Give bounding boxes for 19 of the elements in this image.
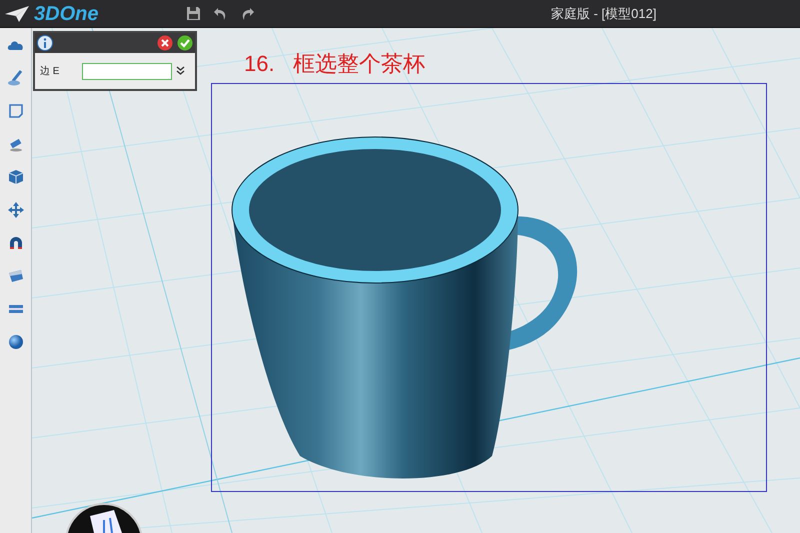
paper-plane-icon — [4, 4, 30, 22]
move-arrows-icon[interactable] — [6, 201, 24, 219]
undo-icon[interactable] — [213, 6, 228, 21]
save-icon[interactable] — [186, 6, 201, 21]
app-logo: 3DOne — [34, 4, 98, 24]
close-icon[interactable] — [157, 35, 173, 51]
field-label: 边 E — [40, 64, 60, 78]
window-title: 家庭版 - [模型012] — [551, 4, 656, 23]
brush-icon[interactable] — [6, 69, 24, 87]
step-caption: 16. 框选整个茶杯 — [244, 50, 425, 78]
redo-icon[interactable] — [240, 6, 255, 21]
double-chevron-icon[interactable] — [176, 66, 185, 76]
edge-input-field[interactable] — [82, 62, 172, 80]
confirm-icon[interactable] — [177, 35, 193, 51]
cube-icon[interactable] — [6, 168, 24, 186]
info-icon[interactable] — [37, 35, 53, 51]
sphere-icon[interactable] — [6, 333, 24, 351]
view-cube-drawing[interactable] — [64, 502, 144, 533]
box-tool-icon[interactable] — [6, 267, 24, 285]
